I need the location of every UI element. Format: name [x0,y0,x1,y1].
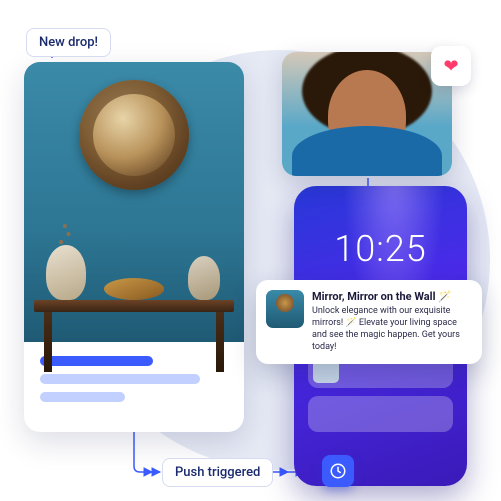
notification-thumbnail [266,290,304,328]
lock-screen-time: 10:25 [294,228,467,270]
schedule-button[interactable] [322,455,354,487]
heart-icon: ❤ [443,56,458,77]
notification-title: Mirror, Mirror on the Wall 🪄 [312,290,470,303]
push-notification[interactable]: Mirror, Mirror on the Wall 🪄 Unlock eleg… [256,280,482,364]
bowl-decor [104,278,164,300]
new-drop-tag: New drop! [26,28,111,57]
product-meta [24,342,244,424]
avatar-body [292,126,442,176]
placeholder-line [40,356,153,366]
tag-label: Push triggered [175,465,260,480]
product-image [24,62,244,342]
placeholder-line [40,374,200,384]
push-triggered-tag: Push triggered [162,458,273,487]
table-decor [34,300,234,312]
placeholder-line [40,392,125,402]
notification-body: Unlock elegance with our exquisite mirro… [312,305,470,354]
favorite-button[interactable]: ❤ [431,46,471,86]
phone-widget [308,396,453,432]
product-card[interactable] [24,62,244,432]
tag-label: New drop! [39,35,98,50]
clock-icon [329,462,347,480]
vase-decor [188,256,220,300]
mirror-decor [79,80,189,190]
user-avatar-card [282,52,452,176]
vase-decor [46,245,86,300]
